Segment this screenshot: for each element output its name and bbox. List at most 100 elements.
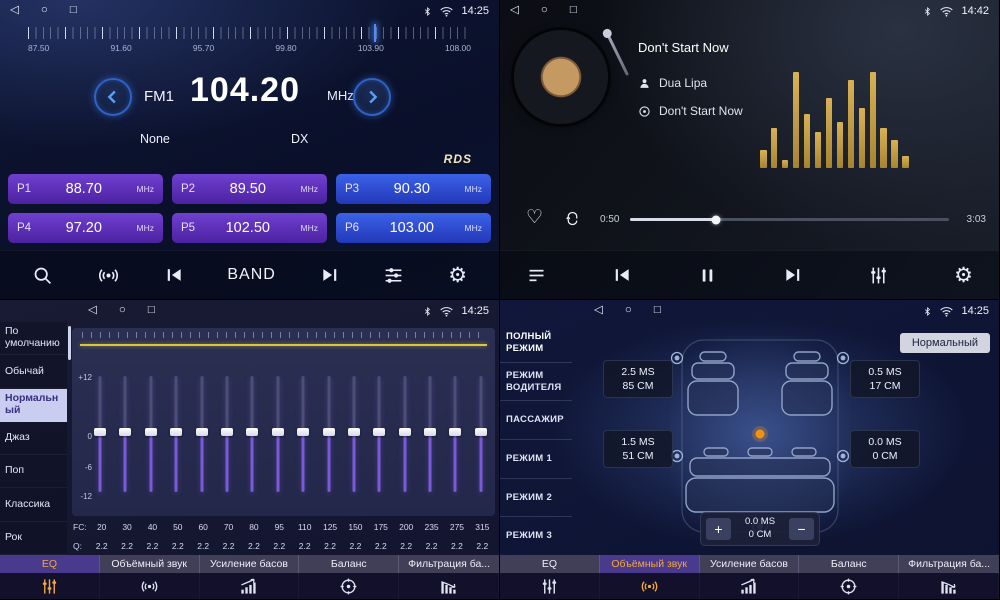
tab-bass-boost[interactable]: Усиление басов	[200, 555, 300, 599]
home-icon[interactable]: ○	[541, 5, 548, 17]
slider-handle[interactable]	[399, 428, 411, 436]
slider-handle[interactable]	[373, 428, 385, 436]
settings-button[interactable]: ⚙	[448, 265, 467, 286]
recent-apps-icon[interactable]: □	[148, 305, 155, 317]
tab-filter[interactable]: Фильтрация ба...	[899, 555, 999, 599]
sound-mode-item[interactable]: РЕЖИМ 1	[500, 440, 572, 479]
eq-band-slider[interactable]	[170, 370, 182, 496]
radio-preset-P3[interactable]: P3 90.30 MHz	[336, 174, 491, 204]
eq-band-slider[interactable]	[246, 370, 258, 496]
eq-band-slider[interactable]	[119, 370, 131, 496]
slider-handle[interactable]	[246, 428, 258, 436]
tab-balance[interactable]: Баланс	[299, 555, 399, 599]
previous-track-button[interactable]	[612, 265, 632, 285]
sound-mode-item[interactable]: РЕЖИМ 3	[500, 517, 572, 555]
home-icon[interactable]: ○	[625, 305, 632, 317]
sound-mode-item[interactable]: ПОЛНЫЙ РЕЖИМ	[500, 324, 572, 363]
repeat-icon[interactable]	[564, 210, 581, 232]
recent-apps-icon[interactable]: □	[654, 305, 661, 317]
slider-handle[interactable]	[145, 428, 157, 436]
pause-button[interactable]	[697, 265, 718, 286]
front-right-delay[interactable]: 0.5 MS 17 CM	[850, 360, 920, 398]
eq-band-slider[interactable]	[323, 370, 335, 496]
tab-surround-sound[interactable]: Объёмный звук	[100, 555, 200, 599]
next-track-button[interactable]	[783, 265, 803, 285]
scrollbar-thumb[interactable]	[68, 326, 71, 360]
eq-preset-item[interactable]: Джаз	[0, 422, 67, 455]
eq-band-slider[interactable]	[373, 370, 385, 496]
slider-handle[interactable]	[170, 428, 182, 436]
tune-down-button[interactable]	[94, 78, 132, 116]
eq-band-slider[interactable]	[348, 370, 360, 496]
progress-bar[interactable]	[630, 218, 949, 221]
back-icon[interactable]: ◁	[594, 305, 603, 317]
slider-handle[interactable]	[297, 428, 309, 436]
slider-handle[interactable]	[119, 428, 131, 436]
sound-mode-item[interactable]: ПАССАЖИР	[500, 401, 572, 440]
recent-apps-icon[interactable]: □	[570, 5, 577, 17]
radio-preset-P5[interactable]: P5 102.50 MHz	[172, 213, 327, 243]
home-icon[interactable]: ○	[119, 305, 126, 317]
progress-handle[interactable]	[712, 215, 721, 224]
eq-band-slider[interactable]	[399, 370, 411, 496]
equalizer-button[interactable]	[868, 265, 889, 286]
slider-handle[interactable]	[196, 428, 208, 436]
tab-bass-boost[interactable]: Усиление басов	[700, 555, 800, 599]
eq-band-slider[interactable]	[221, 370, 233, 496]
scan-search-button[interactable]	[32, 265, 53, 286]
radio-preset-P6[interactable]: P6 103.00 MHz	[336, 213, 491, 243]
decrease-delay-button[interactable]: −	[789, 518, 814, 540]
tune-up-button[interactable]	[353, 78, 391, 116]
slider-handle[interactable]	[475, 428, 487, 436]
distance-mode-label[interactable]: DX	[291, 132, 308, 146]
slider-handle[interactable]	[424, 428, 436, 436]
slider-handle[interactable]	[323, 428, 335, 436]
eq-preset-item[interactable]: Поп	[0, 455, 67, 488]
eq-band-slider[interactable]	[297, 370, 309, 496]
slider-handle[interactable]	[221, 428, 233, 436]
slider-handle[interactable]	[94, 428, 106, 436]
tab-surround-sound[interactable]: Объёмный звук	[600, 555, 700, 599]
back-icon[interactable]: ◁	[88, 305, 97, 317]
eq-preset-item[interactable]: Рок	[0, 522, 67, 555]
audio-settings-button[interactable]	[383, 265, 404, 286]
rear-left-delay[interactable]: 1.5 MS 51 CM	[603, 430, 673, 468]
seek-next-button[interactable]	[320, 265, 340, 285]
eq-preset-item[interactable]: Обычай	[0, 355, 67, 388]
radio-preset-P2[interactable]: P2 89.50 MHz	[172, 174, 327, 204]
radio-preset-P4[interactable]: P4 97.20 MHz	[8, 213, 163, 243]
seek-previous-button[interactable]	[164, 265, 184, 285]
eq-band-slider[interactable]	[475, 370, 487, 496]
eq-band-slider[interactable]	[272, 370, 284, 496]
playlist-button[interactable]	[526, 265, 547, 286]
increase-delay-button[interactable]: +	[706, 518, 731, 540]
rear-right-delay[interactable]: 0.0 MS 0 CM	[850, 430, 920, 468]
front-left-delay[interactable]: 2.5 MS 85 CM	[603, 360, 673, 398]
slider-handle[interactable]	[449, 428, 461, 436]
tab-eq[interactable]: EQ	[0, 555, 100, 599]
recent-apps-icon[interactable]: □	[70, 5, 77, 17]
eq-preset-item[interactable]: Нормальный	[0, 389, 67, 422]
settings-button[interactable]: ⚙	[954, 265, 973, 286]
eq-preset-item[interactable]: Классика	[0, 488, 67, 521]
eq-band-slider[interactable]	[424, 370, 436, 496]
eq-band-slider[interactable]	[449, 370, 461, 496]
eq-band-slider[interactable]	[196, 370, 208, 496]
tab-eq[interactable]: EQ	[500, 555, 600, 599]
radio-preset-P1[interactable]: P1 88.70 MHz	[8, 174, 163, 204]
home-icon[interactable]: ○	[41, 5, 48, 17]
tab-balance[interactable]: Баланс	[799, 555, 899, 599]
slider-handle[interactable]	[272, 428, 284, 436]
eq-preset-item[interactable]: По умолчанию	[0, 322, 67, 355]
band-button[interactable]: BAND	[227, 266, 275, 284]
broadcast-button[interactable]	[97, 264, 120, 287]
favorite-icon[interactable]: ♡	[526, 208, 543, 227]
eq-band-slider[interactable]	[94, 370, 106, 496]
sound-profile-button[interactable]: Нормальный	[900, 333, 990, 353]
slider-handle[interactable]	[348, 428, 360, 436]
back-icon[interactable]: ◁	[10, 5, 19, 17]
tab-filter[interactable]: Фильтрация ба...	[399, 555, 499, 599]
back-icon[interactable]: ◁	[510, 5, 519, 17]
sound-mode-item[interactable]: РЕЖИМ ВОДИТЕЛЯ	[500, 363, 572, 402]
eq-band-slider[interactable]	[145, 370, 157, 496]
